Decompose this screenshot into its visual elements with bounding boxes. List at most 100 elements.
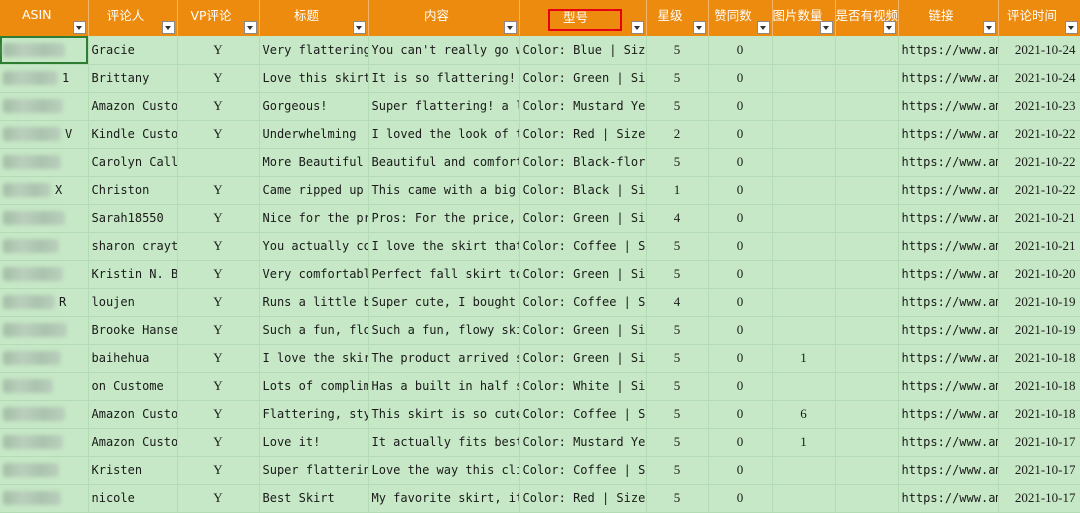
date-cell[interactable]: 2021-10-18	[998, 372, 1080, 401]
content-cell[interactable]: My favorite skirt, it fi	[368, 484, 520, 513]
reviewer-cell[interactable]: Kindle Custome	[88, 120, 178, 149]
images-cell[interactable]: 1	[772, 428, 836, 457]
likes-cell[interactable]: 0	[708, 232, 773, 261]
filter-dropdown-icon[interactable]	[756, 21, 770, 34]
images-cell[interactable]	[772, 372, 836, 401]
table-row[interactable]: nicoleYBest SkirtMy favorite skirt, it f…	[0, 484, 1080, 513]
stars-cell[interactable]: 5	[646, 148, 709, 177]
table-row[interactable]: RloujenYRuns a little bigSuper cute, I b…	[0, 288, 1080, 317]
reviewer-cell[interactable]: baihehua	[88, 344, 178, 373]
images-cell[interactable]	[772, 232, 836, 261]
model-cell[interactable]: Color: Red | Size: I	[519, 120, 647, 149]
stars-cell[interactable]: 5	[646, 92, 709, 121]
vp-cell[interactable]: Y	[177, 344, 260, 373]
asin-cell[interactable]	[0, 232, 89, 261]
likes-cell[interactable]: 0	[708, 120, 773, 149]
filter-dropdown-icon[interactable]	[503, 21, 517, 34]
stars-cell[interactable]: 5	[646, 456, 709, 485]
title-cell[interactable]: Flattering, styli	[259, 400, 369, 429]
asin-cell[interactable]	[0, 344, 89, 373]
asin-cell[interactable]	[0, 148, 89, 177]
date-cell[interactable]: 2021-10-21	[998, 204, 1080, 233]
reviewer-cell[interactable]: Brooke Hansen	[88, 316, 178, 345]
video-cell[interactable]	[835, 484, 899, 513]
images-cell[interactable]	[772, 176, 836, 205]
date-cell[interactable]: 2021-10-22	[998, 120, 1080, 149]
link-cell[interactable]: https://www.ama	[898, 484, 999, 513]
link-cell[interactable]: https://www.ama	[898, 232, 999, 261]
content-cell[interactable]: Such a fun, flowy skirt!	[368, 316, 520, 345]
vp-cell[interactable]: Y	[177, 484, 260, 513]
model-cell[interactable]: Color: Coffee | Size	[519, 232, 647, 261]
likes-cell[interactable]: 0	[708, 316, 773, 345]
video-cell[interactable]	[835, 400, 899, 429]
title-cell[interactable]: Best Skirt	[259, 484, 369, 513]
asin-cell[interactable]	[0, 456, 89, 485]
filter-dropdown-icon[interactable]	[161, 21, 175, 34]
video-cell[interactable]	[835, 456, 899, 485]
link-cell[interactable]: https://www.ama	[898, 428, 999, 457]
stars-cell[interactable]: 4	[646, 288, 709, 317]
model-cell[interactable]: Color: Red | Size: S	[519, 484, 647, 513]
date-cell[interactable]: 2021-10-19	[998, 316, 1080, 345]
filter-dropdown-icon[interactable]	[692, 21, 706, 34]
asin-cell[interactable]	[0, 92, 89, 121]
likes-cell[interactable]: 0	[708, 456, 773, 485]
table-row[interactable]: GracieYVery flattering sYou can't really…	[0, 36, 1080, 65]
content-cell[interactable]: Has a built in half slip	[368, 372, 520, 401]
date-cell[interactable]: 2021-10-17	[998, 456, 1080, 485]
table-row[interactable]: Sarah18550YNice for the pricPros: For th…	[0, 204, 1080, 233]
stars-cell[interactable]: 5	[646, 260, 709, 289]
link-cell[interactable]: https://www.ama	[898, 344, 999, 373]
content-cell[interactable]: Super cute, I bought thr	[368, 288, 520, 317]
title-cell[interactable]: Very comfortable!	[259, 260, 369, 289]
title-cell[interactable]: Runs a little big	[259, 288, 369, 317]
title-cell[interactable]: More Beautiful Th	[259, 148, 369, 177]
asin-cell[interactable]	[0, 316, 89, 345]
stars-cell[interactable]: 5	[646, 344, 709, 373]
table-row[interactable]: X ChristonYCame ripped up arThis came wit…	[0, 176, 1080, 205]
table-row[interactable]: Kristen Y Super flattering Love the way thi…	[0, 456, 1080, 485]
reviewer-cell[interactable]: nicole	[88, 484, 178, 513]
video-cell[interactable]	[835, 204, 899, 233]
table-row[interactable]: Amazon CustomeYLove it!It actually fits …	[0, 428, 1080, 457]
asin-cell[interactable]: R	[0, 288, 89, 317]
vp-cell[interactable]: Y	[177, 36, 260, 65]
model-cell[interactable]: Color: Green | Size:	[519, 204, 647, 233]
reviewer-cell[interactable]: Christon	[88, 176, 178, 205]
link-cell[interactable]: https://www.ama	[898, 400, 999, 429]
table-row[interactable]: baihehua Y I love the skirt The product arr…	[0, 344, 1080, 373]
filter-dropdown-icon[interactable]	[982, 21, 996, 34]
title-cell[interactable]: Love it!	[259, 428, 369, 457]
content-cell[interactable]: Perfect fall skirt to we	[368, 260, 520, 289]
date-cell[interactable]: 2021-10-24	[998, 36, 1080, 65]
video-cell[interactable]	[835, 148, 899, 177]
table-row[interactable]: 1 Brittany Y Love this skirt It is so flatte…	[0, 64, 1080, 93]
likes-cell[interactable]: 0	[708, 204, 773, 233]
table-row[interactable]: Carolyn Callop More Beautiful ThBeautiful…	[0, 148, 1080, 177]
asin-cell[interactable]	[0, 428, 89, 457]
link-cell[interactable]: https://www.ama	[898, 120, 999, 149]
likes-cell[interactable]: 0	[708, 344, 773, 373]
date-cell[interactable]: 2021-10-17	[998, 428, 1080, 457]
vp-cell[interactable]: Y	[177, 64, 260, 93]
stars-cell[interactable]: 5	[646, 36, 709, 65]
date-cell[interactable]: 2021-10-18	[998, 400, 1080, 429]
model-cell[interactable]: Color: Coffee | Size	[519, 400, 647, 429]
content-cell[interactable]: It actually fits best wh	[368, 428, 520, 457]
filter-dropdown-icon[interactable]	[630, 21, 644, 34]
title-cell[interactable]: Such a fun, flowy	[259, 316, 369, 345]
asin-cell[interactable]: X	[0, 176, 89, 205]
content-cell[interactable]: Pros: For the price, the	[368, 204, 520, 233]
filter-dropdown-icon[interactable]	[1064, 21, 1078, 34]
model-cell[interactable]: Color: Green | Size:	[519, 316, 647, 345]
asin-cell[interactable]	[0, 372, 89, 401]
video-cell[interactable]	[835, 288, 899, 317]
likes-cell[interactable]: 0	[708, 36, 773, 65]
vp-cell[interactable]: Y	[177, 232, 260, 261]
link-cell[interactable]: https://www.ama	[898, 316, 999, 345]
title-cell[interactable]: Came ripped up ar	[259, 176, 369, 205]
asin-cell[interactable]	[0, 484, 89, 513]
reviewer-cell[interactable]: loujen	[88, 288, 178, 317]
asin-cell[interactable]	[0, 204, 89, 233]
